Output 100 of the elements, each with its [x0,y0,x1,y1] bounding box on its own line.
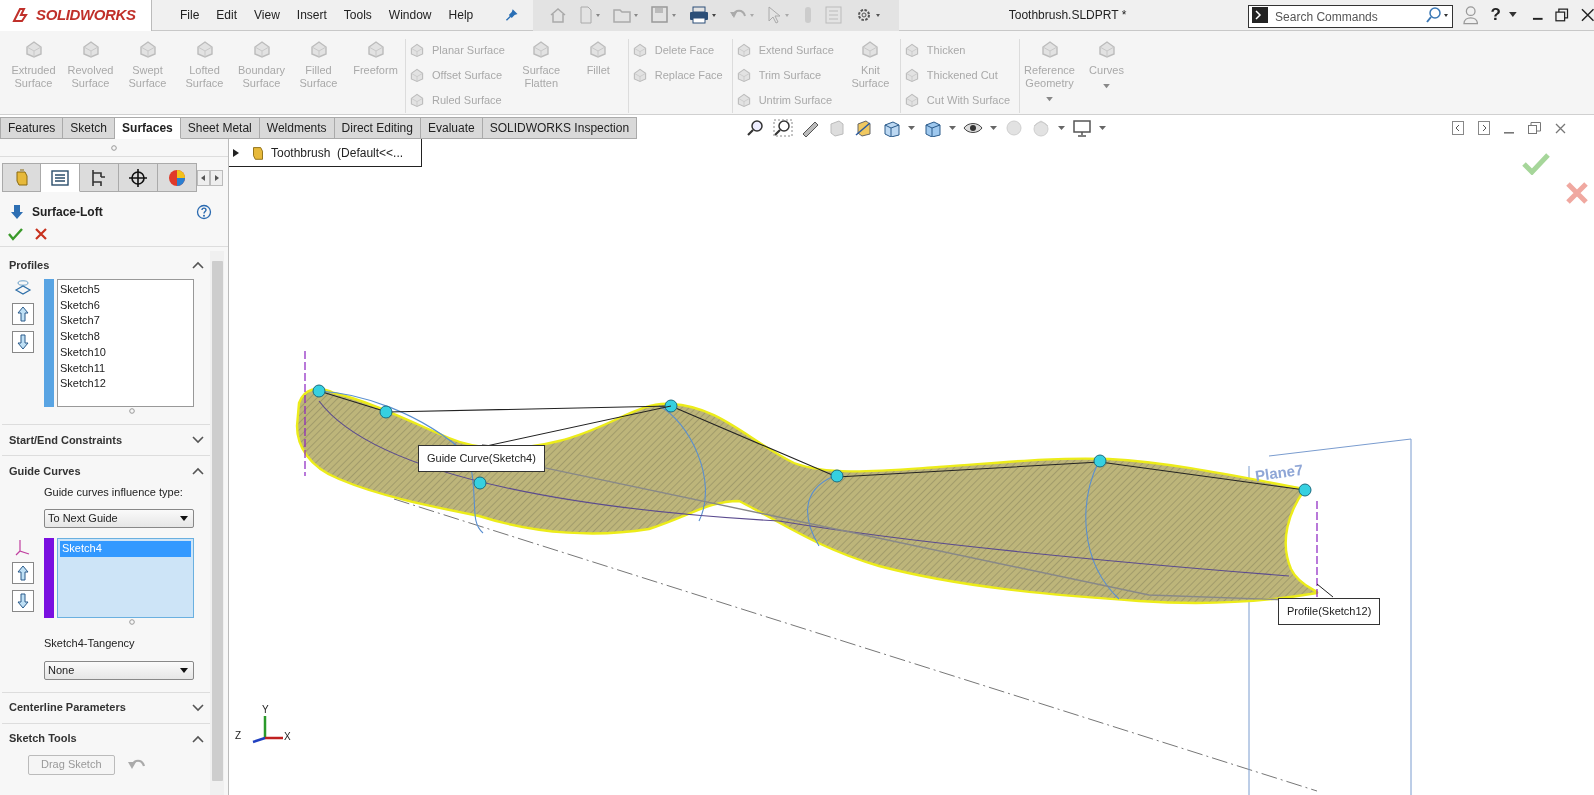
axis-label: Y [262,703,269,717]
expand-arrow-icon [233,148,239,157]
move-down-button[interactable] [12,590,34,612]
caret-icon[interactable] [949,126,956,130]
tool-icon [903,67,920,83]
cube-icon[interactable] [922,119,942,137]
ribbon-tab[interactable]: Weldments [259,117,335,139]
list-item[interactable]: Sketch6 [58,297,193,314]
chevron-up-icon[interactable] [192,734,204,743]
ribbon-tab[interactable]: Surfaces [115,117,181,139]
list-item[interactable]: Sketch7 [58,313,193,330]
magnifier-icon[interactable] [746,119,766,137]
ribbon-tab[interactable]: Direct Editing [334,117,421,139]
tree-item[interactable]: Toothbrush (Default<<... [271,143,404,162]
chevron-down-icon[interactable] [192,703,204,712]
panel-tab[interactable] [119,163,158,192]
next-icon[interactable] [1478,121,1490,135]
section-title[interactable]: Sketch Tools [9,730,77,747]
section-title[interactable]: Guide Curves [9,462,81,480]
chevron-up-icon[interactable] [192,261,204,269]
checkmark-icon[interactable] [8,226,23,241]
ribbon-tab[interactable]: Evaluate [421,117,483,139]
caret-icon[interactable] [1099,126,1106,130]
caret-icon[interactable] [1058,126,1065,130]
cube-icon[interactable] [854,119,874,137]
ribbon-tab[interactable]: Sketch [63,117,116,139]
list-item[interactable]: Sketch10 [58,344,193,361]
restore-icon[interactable] [1555,8,1569,22]
panel-title: Surface-Loft [32,204,103,221]
logo-text: SOLIDWORKS [36,4,136,25]
chevron-down-icon[interactable] [192,436,204,444]
menu-item[interactable]: Insert [296,6,327,24]
close-icon[interactable] [1580,8,1594,22]
caret-icon [180,667,188,673]
ribbon-tab[interactable]: Sheet Metal [180,117,260,139]
search-field[interactable]: Search Commands [1248,5,1454,28]
move-up-button[interactable] [12,562,34,584]
ribbon-tab[interactable]: SOLIDWORKS Inspection [482,117,638,139]
color-wheel-icon [167,167,187,188]
axis-label: X [284,730,291,744]
section-title[interactable]: Profiles [9,256,50,274]
caret-icon[interactable] [908,126,915,130]
menu-item[interactable]: Window [388,6,432,24]
menu-item[interactable]: Help [448,6,474,24]
list-item[interactable]: Sketch5 [58,282,193,298]
tool-icon [365,39,386,59]
previous-icon[interactable] [1452,121,1464,135]
list-item[interactable]: Sketch11 [58,360,193,377]
tool-icon [1039,39,1060,59]
monitor-icon[interactable] [1072,119,1092,137]
cube-icon[interactable] [881,119,901,137]
scroll-left-icon[interactable] [197,170,210,186]
ribbon-tab[interactable]: Features [0,117,64,139]
scroll-right-icon[interactable] [210,170,223,186]
move-down-button[interactable] [12,331,34,353]
callout-label: Profile(Sketch12) [1278,598,1381,625]
list-item[interactable]: Sketch12 [58,376,193,392]
pin-icon [505,8,519,22]
tool-icon [409,42,425,58]
feature-tree-flyout[interactable]: Toothbrush (Default<<... [229,139,422,167]
tangency-dropdown[interactable]: None [44,660,194,680]
tool-icon [735,92,752,108]
field-label: Guide curves influence type: [43,485,184,500]
menu-item[interactable]: Tools [343,6,372,24]
axis-label: Z [235,729,242,743]
help-button[interactable]: ? [1490,2,1501,28]
menu-item[interactable]: File [180,6,200,24]
help-icon[interactable] [196,204,212,220]
printer-icon[interactable] [688,6,717,24]
magnifier-icon[interactable] [773,119,793,137]
resize-handle-icon[interactable] [128,408,135,414]
crosshair-icon [128,167,148,188]
move-up-button[interactable] [12,303,34,325]
tool-icon [588,39,609,59]
menu-item[interactable]: View [254,6,280,24]
down-arrow-icon [10,204,24,220]
chevron-up-icon[interactable] [192,467,204,475]
section-title[interactable]: Start/End Constraints [9,431,123,449]
caret-icon[interactable] [1508,12,1517,18]
tool-icon [735,67,752,83]
list-item[interactable]: Sketch8 [58,329,193,345]
tool-icon [80,39,101,59]
section-title[interactable]: Centerline Parameters [9,699,126,716]
window-title: Toothbrush.SLDPRT * [1008,7,1128,24]
scrollbar[interactable] [210,251,224,795]
menu-item[interactable]: Edit [216,6,238,24]
tool-icon [308,39,329,59]
callout-label: Guide Curve(Sketch4) [418,445,545,472]
search-icon[interactable] [1425,7,1450,23]
tool-icon [735,42,752,58]
selection-list[interactable]: Sketch5 Sketch6 Sketch7 Sketch8 Sketch10 Sketch11 Sketch12 [57,279,194,407]
influence-dropdown[interactable]: To Next Guide [44,509,194,528]
caret-icon[interactable] [990,126,997,130]
resize-handle-icon[interactable] [128,619,135,625]
tool-icon [631,42,648,58]
pencil-icon[interactable] [800,119,820,137]
checkmark-icon[interactable] [1522,153,1550,175]
up-arrow-icon [17,306,29,322]
tool-icon [23,39,44,59]
tool-icon [531,39,552,59]
